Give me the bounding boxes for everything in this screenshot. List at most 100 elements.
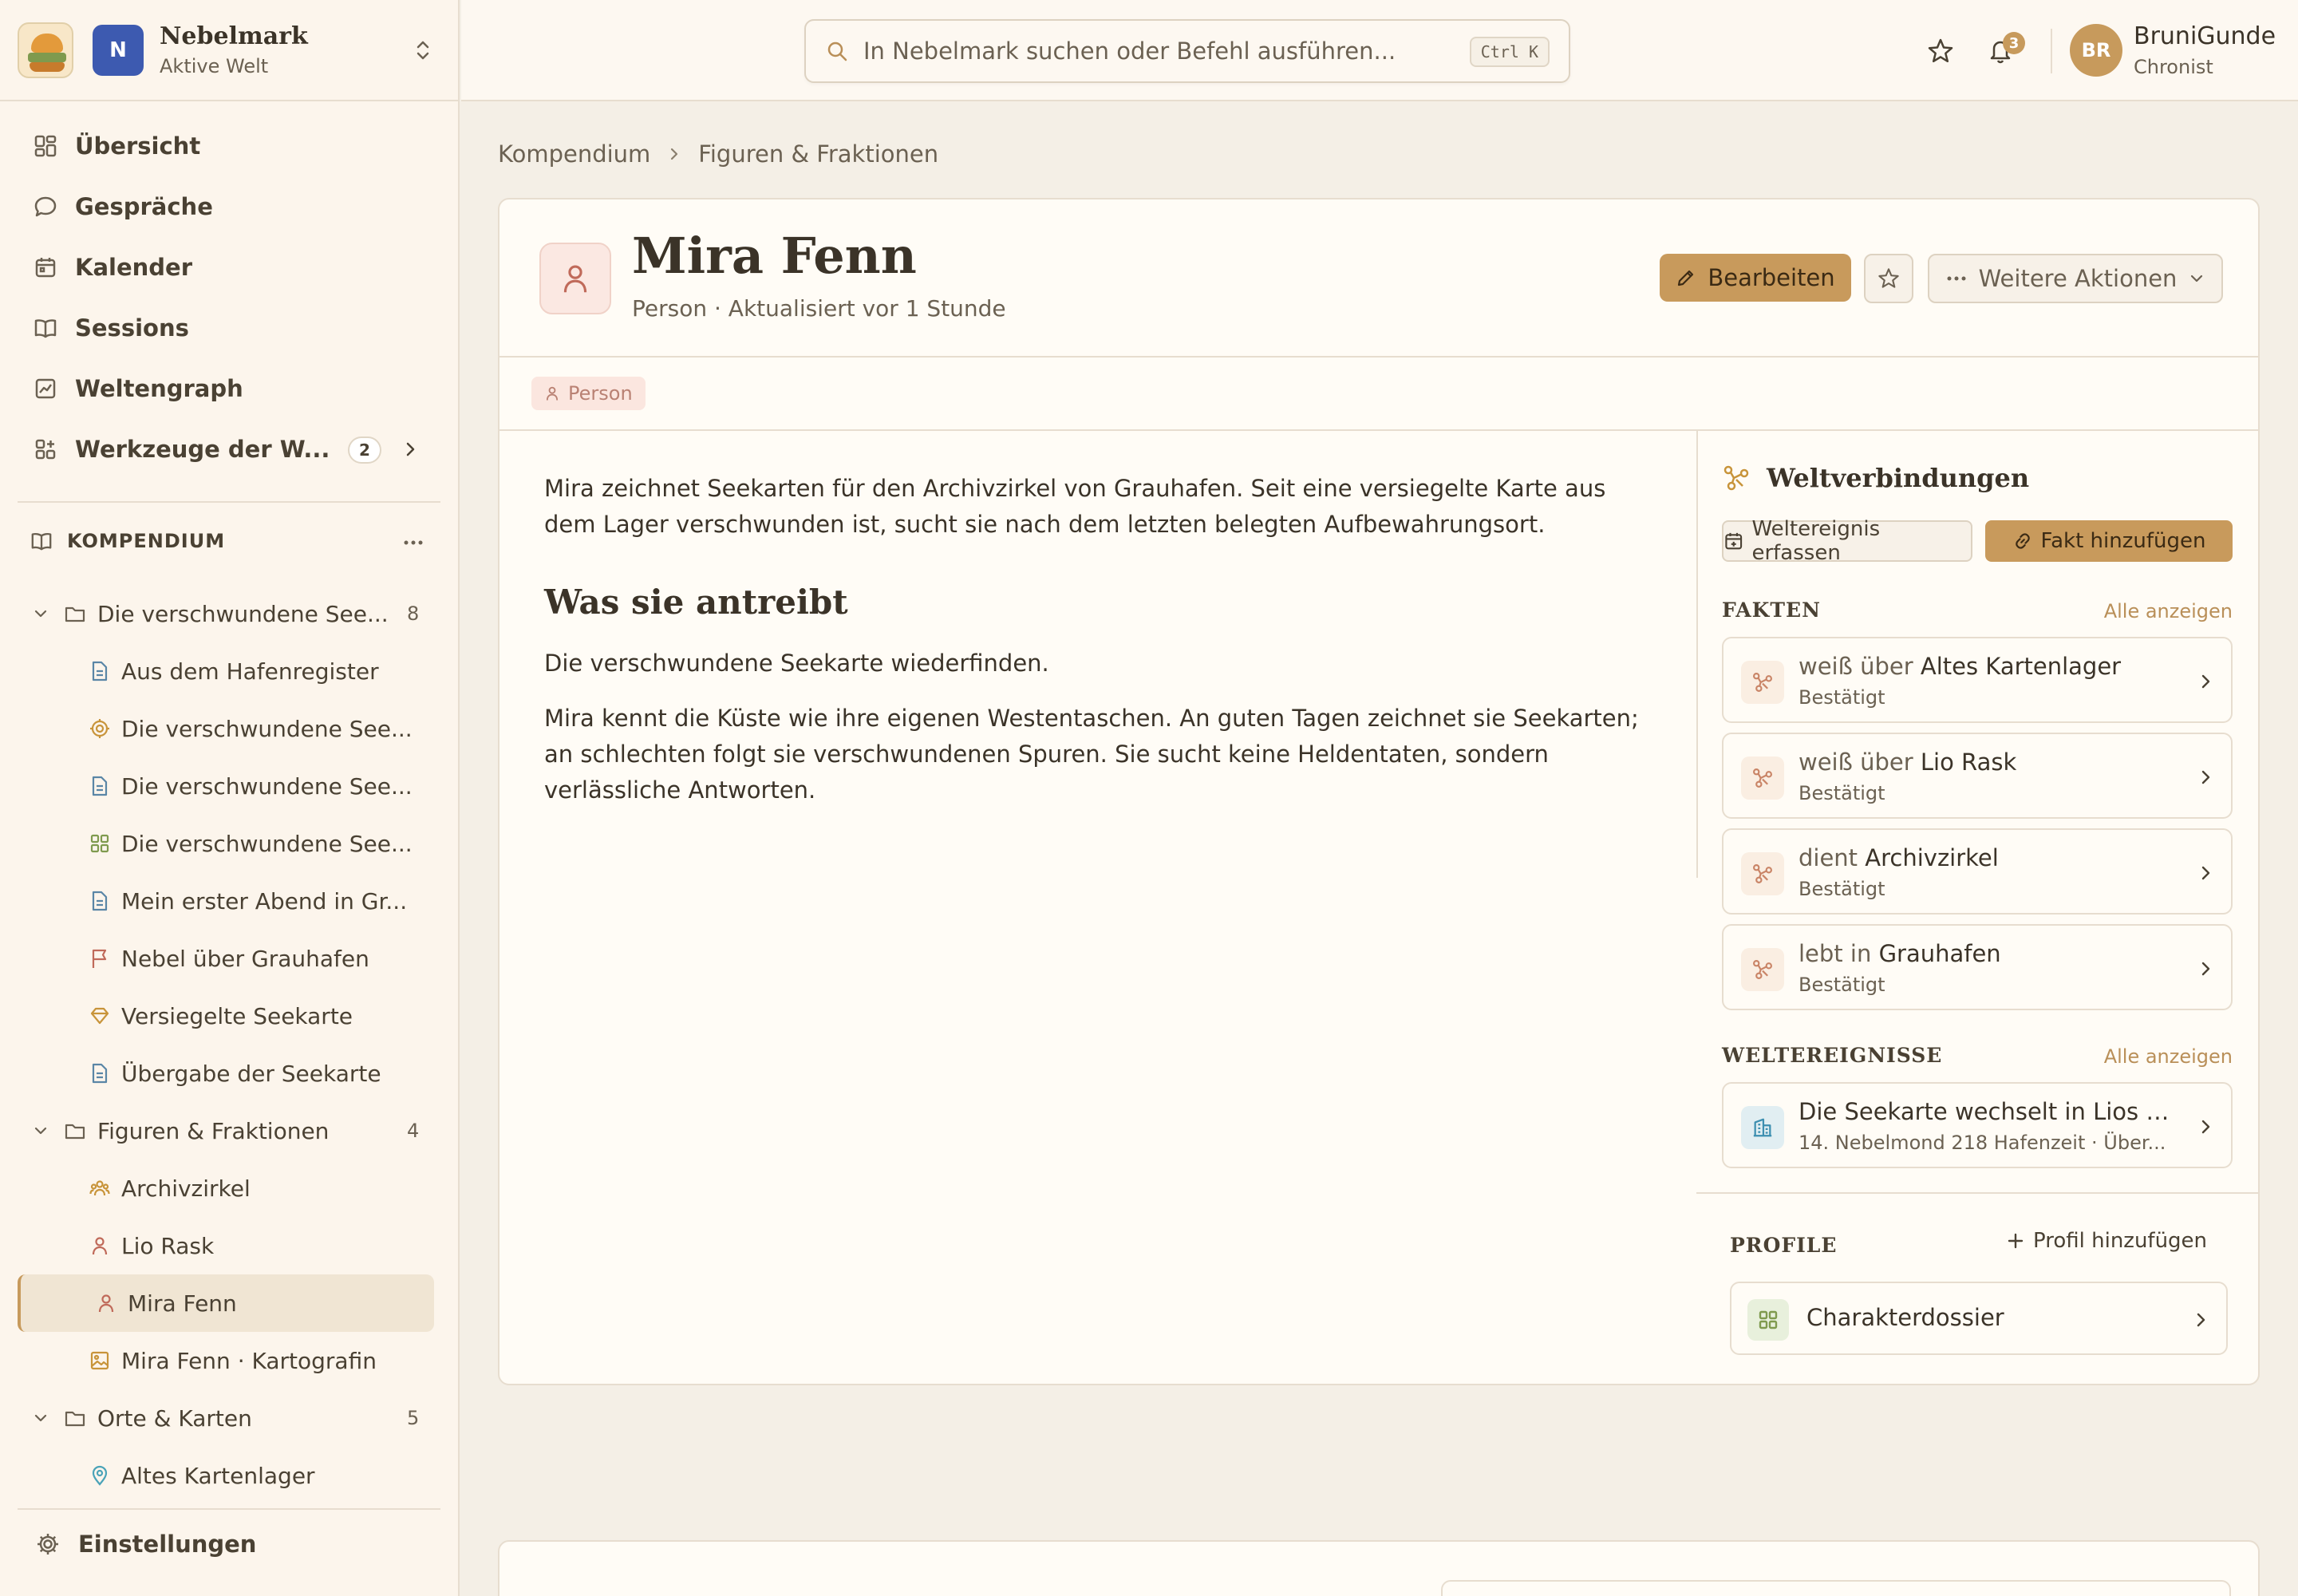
chat-icon xyxy=(34,196,57,217)
fact-item[interactable]: weiß über Altes Kartenlager Bestätigt xyxy=(1722,637,2233,723)
tree-folder[interactable]: Orte & Karten 5 xyxy=(0,1389,460,1447)
folder-icon xyxy=(65,1124,85,1140)
sidebar: N Nebelmark Aktive Welt Übersicht Gesprä… xyxy=(0,0,460,1596)
more-icon[interactable] xyxy=(402,535,424,551)
add-profile-button[interactable]: Profil hinzufügen xyxy=(2006,1229,2207,1253)
nav-overview[interactable]: Übersicht xyxy=(0,116,458,176)
relation-icon xyxy=(1741,948,1784,991)
tree-item[interactable]: Lio Rask xyxy=(0,1217,460,1274)
tree-item-label: Archivzirkel xyxy=(121,1175,251,1202)
tree-folder-label: Figuren & Fraktionen xyxy=(97,1117,330,1144)
nav-sessions[interactable]: Sessions xyxy=(0,298,458,358)
events-show-all-link[interactable]: Alle anzeigen xyxy=(2104,1045,2233,1068)
breadcrumb-item-current[interactable]: Figuren & Fraktionen xyxy=(698,140,938,168)
tree-folder-count: 5 xyxy=(407,1407,420,1429)
nav-world-tools[interactable]: Werkzeuge der W... 2 xyxy=(0,419,458,480)
tree-item[interactable]: Archivzirkel xyxy=(0,1159,460,1217)
facts-show-all-link[interactable]: Alle anzeigen xyxy=(2104,600,2233,622)
tree-item-label: Mein erster Abend in Gr... xyxy=(121,887,408,915)
tree-item[interactable]: Versiegelte Seekarte xyxy=(0,987,460,1045)
connections-icon xyxy=(1724,465,1749,491)
breadcrumb-item[interactable]: Kompendium xyxy=(498,140,650,168)
tree-item-label: Mira Fenn xyxy=(128,1290,237,1317)
tree-item[interactable]: Übergabe der Seekarte xyxy=(0,1045,460,1102)
fact-item[interactable]: dient Archivzirkel Bestätigt xyxy=(1722,828,2233,915)
tree-item[interactable]: Die verschwundene See... xyxy=(0,815,460,872)
search-icon xyxy=(827,41,847,61)
folder-icon xyxy=(65,1411,85,1427)
tree-item[interactable]: Die verschwundene See... xyxy=(0,700,460,757)
fact-item[interactable]: lebt in Grauhafen Bestätigt xyxy=(1722,924,2233,1010)
grid-icon xyxy=(1747,1299,1789,1341)
tree-item-label: Die verschwundene See... xyxy=(121,715,413,742)
events-section-label: WELTEREIGNISSE xyxy=(1722,1044,1943,1067)
tree-item[interactable]: Altes Kartenlager xyxy=(0,1447,460,1504)
switch-world-icon[interactable] xyxy=(415,38,431,62)
tree-folder[interactable]: Figuren & Fraktionen 4 xyxy=(0,1102,460,1159)
graph-icon xyxy=(35,378,56,399)
compendium-heading: KOMPENDIUM xyxy=(30,530,225,552)
image-icon xyxy=(90,1351,109,1370)
nav-label: Weltengraph xyxy=(75,375,243,402)
tree-item[interactable]: Die verschwundene See... xyxy=(0,757,460,815)
add-world-event-button[interactable]: Weltereignis erfassen xyxy=(1722,517,1972,565)
tree-item[interactable]: Mein erster Abend in Gr... xyxy=(0,872,460,930)
secondary-card-panel xyxy=(1441,1580,2231,1596)
entity-intro: Mira zeichnet Seekarten für den Archivzi… xyxy=(544,475,1606,538)
tree-item-active[interactable]: Mira Fenn xyxy=(18,1274,434,1332)
chevron-down-icon xyxy=(34,1414,47,1422)
tree-item[interactable]: Nebel über Grauhafen xyxy=(0,930,460,987)
user-avatar[interactable]: BR xyxy=(2070,24,2122,77)
section-heading: Was sie antreibt xyxy=(544,583,848,622)
nav-conversations[interactable]: Gespräche xyxy=(0,176,458,237)
tree-item[interactable]: Mira Fenn · Kartografin xyxy=(0,1332,460,1389)
gear-icon xyxy=(38,1534,58,1555)
nav-worldgraph[interactable]: Weltengraph xyxy=(0,358,458,419)
building-icon xyxy=(1741,1106,1784,1149)
profile-item[interactable]: Charakterdossier xyxy=(1730,1282,2228,1355)
event-meta: 14. Nebelmond 218 Hafenzeit · Über... xyxy=(1799,1132,2166,1154)
edit-button[interactable]: Bearbeiten xyxy=(1660,254,1851,302)
fact-target: Grauhafen xyxy=(1878,940,2001,967)
folder-icon xyxy=(65,606,85,622)
profile-name: Charakterdossier xyxy=(1806,1304,2004,1331)
nav-calendar[interactable]: Kalender xyxy=(0,237,458,298)
fact-item[interactable]: weiß über Lio Rask Bestätigt xyxy=(1722,733,2233,819)
entity-tag[interactable]: Person xyxy=(531,377,646,410)
fact-relation: dient xyxy=(1799,844,1858,871)
tree-item-label: Mira Fenn · Kartografin xyxy=(121,1347,377,1374)
main-nav: Übersicht Gespräche Kalender Sessions We… xyxy=(0,101,458,480)
tree-item[interactable]: Aus dem Hafenregister xyxy=(0,642,460,700)
pencil-icon xyxy=(1678,270,1694,286)
tree-item-label: Versiegelte Seekarte xyxy=(121,1002,353,1029)
chevron-down-icon xyxy=(34,1127,47,1135)
document-icon xyxy=(92,1063,108,1084)
more-icon xyxy=(1947,276,1966,281)
tree-folder-count: 8 xyxy=(407,602,420,625)
favorites-star-icon[interactable] xyxy=(1926,37,1955,65)
entity-body: Mira zeichnet Seekarten für den Archivzi… xyxy=(544,471,1661,828)
document-icon xyxy=(92,891,108,911)
nav-label: Sessions xyxy=(75,314,189,342)
fact-relation: weiß über xyxy=(1799,653,1913,680)
tree-folder[interactable]: Die verschwundene See... 8 xyxy=(0,585,460,642)
notification-count-badge: 3 xyxy=(2003,32,2025,54)
group-icon xyxy=(89,1180,110,1196)
more-actions-button[interactable]: Weitere Aktionen xyxy=(1928,254,2223,303)
search-input[interactable]: In Nebelmark suchen oder Befehl ausführe… xyxy=(804,19,1570,83)
user-name[interactable]: BruniGunde xyxy=(2134,22,2276,50)
book-icon xyxy=(34,319,57,338)
add-fact-button[interactable]: Fakt hinzufügen xyxy=(1985,520,2233,562)
world-avatar: N xyxy=(93,24,144,76)
chevron-right-icon xyxy=(2197,1313,2205,1327)
workspace-header[interactable]: N Nebelmark Aktive Welt xyxy=(0,0,458,101)
calendar-add-icon xyxy=(1725,532,1743,550)
favorite-button[interactable] xyxy=(1864,254,1913,303)
nav-settings[interactable]: Einstellungen xyxy=(35,1531,256,1558)
world-event-item[interactable]: Die Seekarte wechselt in Lios O... 14. N… xyxy=(1722,1082,2233,1168)
tree-item-label: Aus dem Hafenregister xyxy=(121,658,379,685)
tree-item-label: Lio Rask xyxy=(121,1232,215,1259)
chevron-right-icon[interactable] xyxy=(401,438,420,460)
nav-label: Werkzeuge der W... xyxy=(75,436,330,463)
compendium-tree: Die verschwundene See... 8 Aus dem Hafen… xyxy=(0,585,460,1504)
